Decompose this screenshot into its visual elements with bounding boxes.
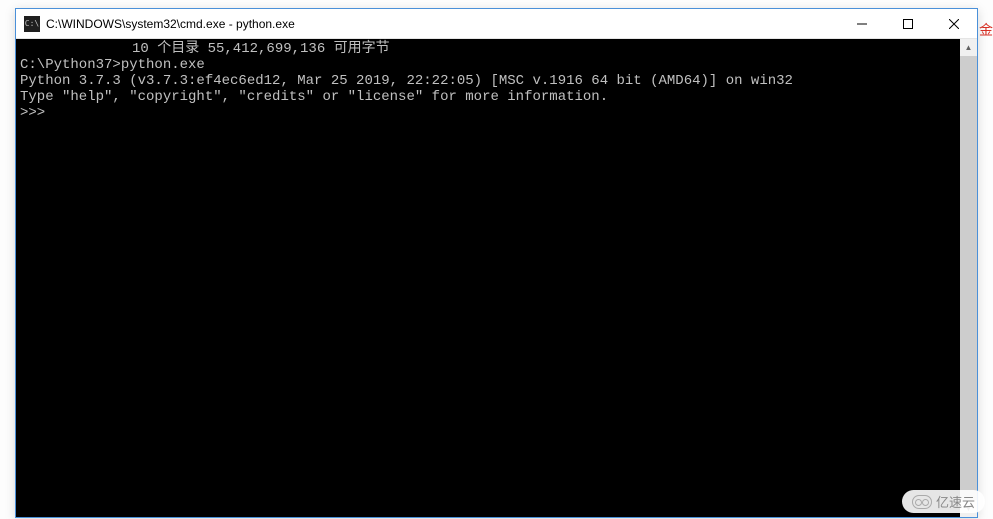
cmd-icon-label: C:\ bbox=[25, 20, 39, 28]
vertical-scrollbar[interactable]: ▲ ▼ bbox=[960, 39, 977, 517]
console-line: Python 3.7.3 (v3.7.3:ef4ec6ed12, Mar 25 … bbox=[20, 73, 956, 89]
close-icon bbox=[949, 19, 959, 29]
maximize-button[interactable] bbox=[885, 9, 931, 38]
cloud-icon bbox=[912, 495, 932, 509]
scroll-thumb[interactable] bbox=[960, 56, 977, 500]
minimize-button[interactable] bbox=[839, 9, 885, 38]
scroll-track[interactable] bbox=[960, 56, 977, 500]
watermark-text: 亿速云 bbox=[936, 492, 975, 511]
console-content[interactable]: 10 个目录 55,412,699,136 可用字节C:\Python37>py… bbox=[16, 39, 960, 517]
console-line: 10 个目录 55,412,699,136 可用字节 bbox=[20, 41, 956, 57]
console-line: Type "help", "copyright", "credits" or "… bbox=[20, 89, 956, 105]
close-button[interactable] bbox=[931, 9, 977, 38]
scroll-up-arrow[interactable]: ▲ bbox=[960, 39, 977, 56]
console-area[interactable]: 10 个目录 55,412,699,136 可用字节C:\Python37>py… bbox=[16, 39, 977, 517]
cmd-icon: C:\ bbox=[24, 16, 40, 32]
window-controls bbox=[839, 9, 977, 38]
console-line: C:\Python37>python.exe bbox=[20, 57, 956, 73]
window-title: C:\WINDOWS\system32\cmd.exe - python.exe bbox=[46, 17, 839, 31]
bg-red-mark: 金 bbox=[979, 20, 993, 40]
console-line: >>> bbox=[20, 105, 956, 121]
maximize-icon bbox=[903, 19, 913, 29]
watermark-badge: 亿速云 bbox=[902, 490, 985, 513]
minimize-icon bbox=[857, 19, 867, 29]
titlebar[interactable]: C:\ C:\WINDOWS\system32\cmd.exe - python… bbox=[16, 9, 977, 39]
cmd-window: C:\ C:\WINDOWS\system32\cmd.exe - python… bbox=[15, 8, 978, 518]
